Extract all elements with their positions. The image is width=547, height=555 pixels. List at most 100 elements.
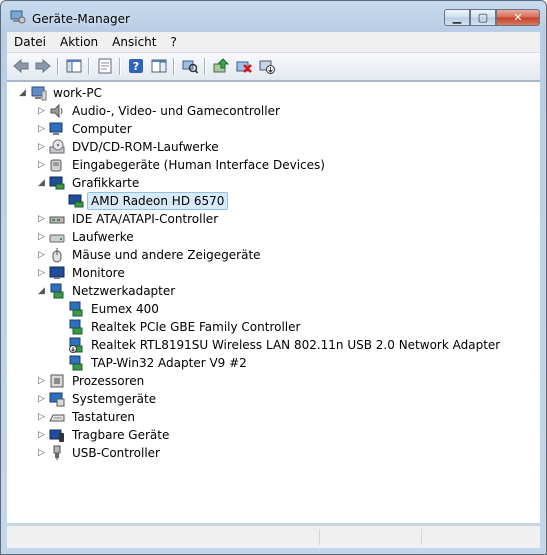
network-adapter-icon	[69, 301, 83, 317]
back-button[interactable]	[11, 56, 31, 76]
expand-triangle-icon[interactable]: ▷	[37, 233, 46, 242]
expand-triangle-icon[interactable]: ▷	[37, 107, 46, 116]
tree-item-label: Netzwerkadapter	[72, 284, 176, 298]
tree-item-tastaturen[interactable]: ▷ Tastaturen	[7, 408, 540, 426]
tree-item-label-selected: AMD Radeon HD 6570	[87, 192, 229, 210]
expand-triangle-icon[interactable]: ▷	[37, 413, 46, 422]
tree-child-amd-radeon[interactable]: AMD Radeon HD 6570	[7, 192, 540, 210]
disable-button[interactable]	[257, 56, 277, 76]
tree-item-label: Tastaturen	[72, 410, 135, 424]
tree-item-label: Grafikkarte	[72, 176, 140, 190]
tree-item-systemgeraete[interactable]: ▷ Systemgeräte	[7, 390, 540, 408]
uninstall-icon	[236, 61, 252, 73]
close-icon: ✕	[513, 11, 523, 24]
expand-triangle-icon[interactable]: ▷	[37, 251, 46, 260]
action-pane-button[interactable]	[149, 56, 169, 76]
tree-child-eumex[interactable]: Eumex 400	[7, 300, 540, 318]
tree-root[interactable]: ◢ work-PC	[7, 84, 540, 102]
show-hide-console-tree-button[interactable]	[64, 56, 84, 76]
menu-ansicht[interactable]: Ansicht	[105, 35, 163, 49]
tree-child-realtek-wlan[interactable]: Realtek RTL8191SU Wireless LAN 802.11n U…	[7, 336, 540, 354]
tree-item-laufwerke[interactable]: ▷ Laufwerke	[7, 228, 540, 246]
disable-icon	[259, 60, 275, 74]
expand-triangle-icon[interactable]: ▷	[37, 449, 46, 458]
tree-item-label: Computer	[72, 122, 132, 136]
tree-item-maeuse[interactable]: ▷ Mäuse und andere Zeigegeräte	[7, 246, 540, 264]
tree-item-ide[interactable]: ▷ IDE ATA/ATAPI-Controller	[7, 210, 540, 228]
toolbar-separator	[57, 58, 58, 75]
menu-bar: Datei Aktion Ansicht ?	[7, 32, 540, 53]
tree-item-usb[interactable]: ▷ USB-Controller	[7, 444, 540, 462]
forward-button[interactable]	[33, 56, 53, 76]
expand-triangle-icon[interactable]: ▷	[37, 431, 46, 440]
help-icon: ?	[129, 59, 143, 73]
toolbar-separator	[173, 58, 174, 75]
show-hide-console-tree-icon	[66, 59, 82, 73]
close-button[interactable]: ✕	[496, 9, 540, 26]
display-adapter-icon	[68, 194, 84, 208]
tree-item-label: Realtek PCIe GBE Family Controller	[91, 320, 301, 334]
properties-icon	[98, 58, 112, 74]
usb-icon	[53, 445, 61, 460]
collapse-triangle-icon[interactable]: ◢	[18, 89, 27, 98]
tree-item-label: Eingabegeräte (Human Interface Devices)	[72, 158, 325, 172]
update-driver-button[interactable]	[211, 56, 231, 76]
help-button[interactable]: ?	[126, 56, 146, 76]
tree-item-grafikkarte[interactable]: ◢ Grafikkarte	[7, 174, 540, 192]
window-title: Geräte-Manager	[32, 12, 130, 26]
scan-hardware-button[interactable]	[180, 56, 200, 76]
tree-item-dvd[interactable]: ▷ DVD/CD-ROM-Laufwerke	[7, 138, 540, 156]
computer-icon	[49, 122, 63, 135]
maximize-button[interactable]: ▢	[470, 9, 496, 26]
display-adapter-icon	[49, 176, 65, 190]
tree-item-label: Realtek RTL8191SU Wireless LAN 802.11n U…	[91, 338, 501, 352]
title-bar[interactable]: Geräte-Manager ▁ ▢ ✕	[1, 1, 546, 31]
tree-item-prozessoren[interactable]: ▷ Prozessoren	[7, 372, 540, 390]
network-adapter-icon	[69, 355, 83, 371]
menu-help[interactable]: ?	[163, 35, 183, 49]
tree-child-tap-win32[interactable]: TAP-Win32 Adapter V9 #2	[7, 354, 540, 372]
tree-item-label: Eumex 400	[91, 302, 159, 316]
ide-controller-icon	[49, 216, 65, 224]
menu-datei[interactable]: Datei	[7, 35, 53, 49]
status-bar	[7, 525, 540, 548]
tree-item-netzwerkadapter[interactable]: ◢ Netzwerkadapter	[7, 282, 540, 300]
forward-arrow-icon	[35, 58, 51, 74]
expand-triangle-icon[interactable]: ▷	[37, 143, 46, 152]
expand-triangle-icon[interactable]: ▷	[37, 269, 46, 278]
expand-triangle-icon[interactable]: ▷	[37, 377, 46, 386]
tree-item-computer[interactable]: ▷ Computer	[7, 120, 540, 138]
uninstall-button[interactable]	[234, 56, 254, 76]
keyboard-icon	[49, 414, 65, 422]
computer-icon	[31, 86, 47, 101]
properties-button[interactable]	[95, 56, 115, 76]
svg-text:?: ?	[133, 60, 139, 73]
device-tree[interactable]: ◢ work-PC ▷ Audio-, Video- und Gamecontr…	[7, 81, 540, 523]
tree-item-audio[interactable]: ▷ Audio-, Video- und Gamecontroller	[7, 102, 540, 120]
portable-device-icon	[49, 429, 64, 442]
toolbar: ?	[7, 53, 540, 81]
mouse-icon	[52, 247, 62, 263]
tree-item-hid[interactable]: ▷ Eingabegeräte (Human Interface Devices…	[7, 156, 540, 174]
expand-triangle-icon[interactable]: ▷	[37, 395, 46, 404]
minimize-button[interactable]: ▁	[444, 9, 470, 26]
tree-item-monitore[interactable]: ▷ Monitore	[7, 264, 540, 282]
expand-triangle-icon[interactable]: ▷	[37, 215, 46, 224]
menu-aktion[interactable]: Aktion	[53, 35, 105, 49]
hid-icon	[50, 159, 62, 172]
status-cell	[421, 529, 539, 545]
device-manager-app-icon	[10, 10, 26, 24]
expand-triangle-icon[interactable]: ▷	[37, 125, 46, 134]
tree-item-tragbare[interactable]: ▷ Tragbare Geräte	[7, 426, 540, 444]
tree-child-realtek-pcie[interactable]: Realtek PCIe GBE Family Controller	[7, 318, 540, 336]
status-cell	[319, 529, 420, 545]
disk-drive-icon	[49, 234, 65, 243]
collapse-triangle-icon[interactable]: ◢	[37, 287, 46, 296]
toolbar-separator	[119, 58, 120, 75]
tree-root-label: work-PC	[53, 86, 102, 100]
expand-triangle-icon[interactable]: ▷	[37, 161, 46, 170]
collapse-triangle-icon[interactable]: ◢	[37, 179, 46, 188]
maximize-icon: ▢	[477, 11, 489, 24]
tree-item-label: Laufwerke	[72, 230, 134, 244]
tree-item-label: Prozessoren	[72, 374, 145, 388]
